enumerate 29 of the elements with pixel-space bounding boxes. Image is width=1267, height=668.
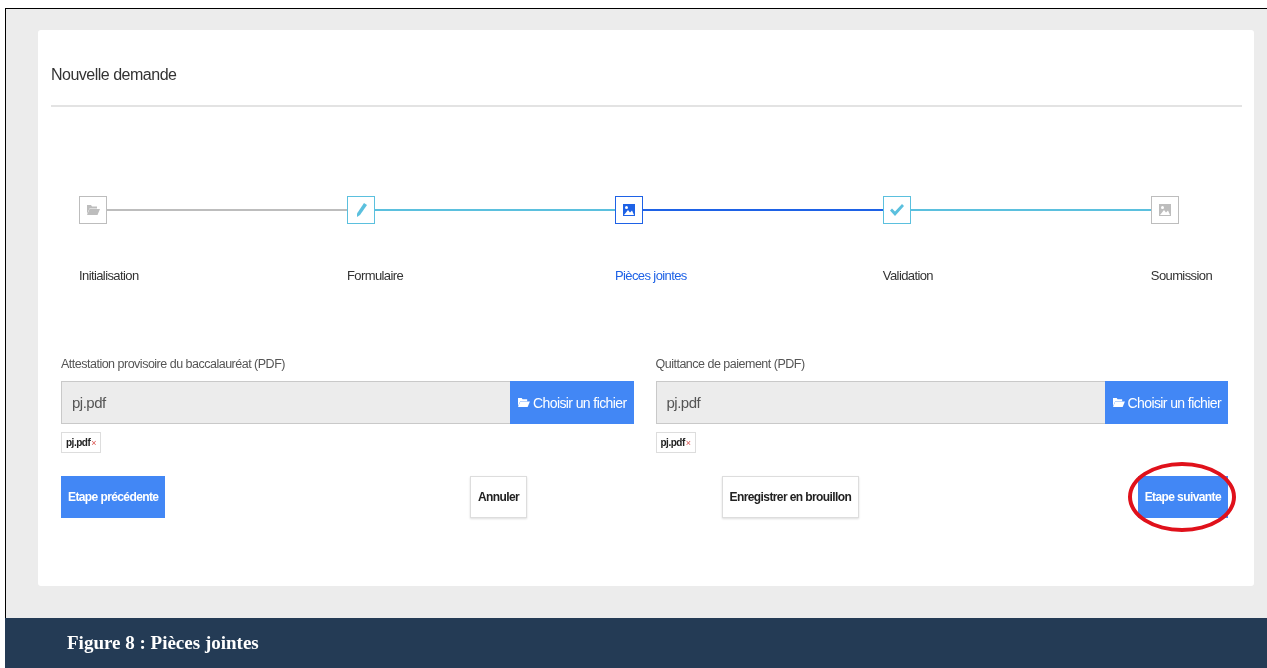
step-label: Pièces jointes [614,268,687,283]
remove-file-button[interactable]: × [91,437,97,448]
check-icon [889,204,904,216]
step-label: Soumission [1150,268,1212,283]
step-label: Initialisation [79,268,139,283]
step-button[interactable]: Etape suivante [1137,476,1228,518]
figure-caption: Figure 8 : Pièces jointes [67,632,259,654]
file-name-field[interactable]: pj.pdf [655,381,1105,424]
choose-file-button[interactable]: Choisir un fichier [1104,381,1228,424]
panel-title: Nouvelle demande [51,30,1242,107]
pencil-icon [354,203,367,217]
folder-icon [1111,397,1125,408]
file-name-field[interactable]: pj.pdf [61,381,511,424]
image-icon [622,204,635,216]
field-label: Quittance de paiement (PDF) [655,357,805,373]
step-label: Validation [882,268,933,283]
step-button[interactable]: Etape précédente [61,476,166,518]
remove-file-button[interactable]: × [685,437,691,448]
choose-file-button[interactable]: Choisir un fichier [510,381,634,424]
step-label: Formulaire [346,268,404,283]
folder-icon [517,397,531,408]
file-chip-name: pj.pdf [66,437,91,448]
image-icon [1158,204,1171,216]
file-chip-name: pj.pdf [660,437,685,448]
action-button[interactable]: Enregistrer en brouillon [721,476,860,518]
action-button[interactable]: Annuler [470,476,528,518]
field-label: Attestation provisoire du baccalauréat (PDF) [61,357,285,373]
folder-icon [86,204,100,216]
step-icon-box[interactable] [614,196,643,224]
